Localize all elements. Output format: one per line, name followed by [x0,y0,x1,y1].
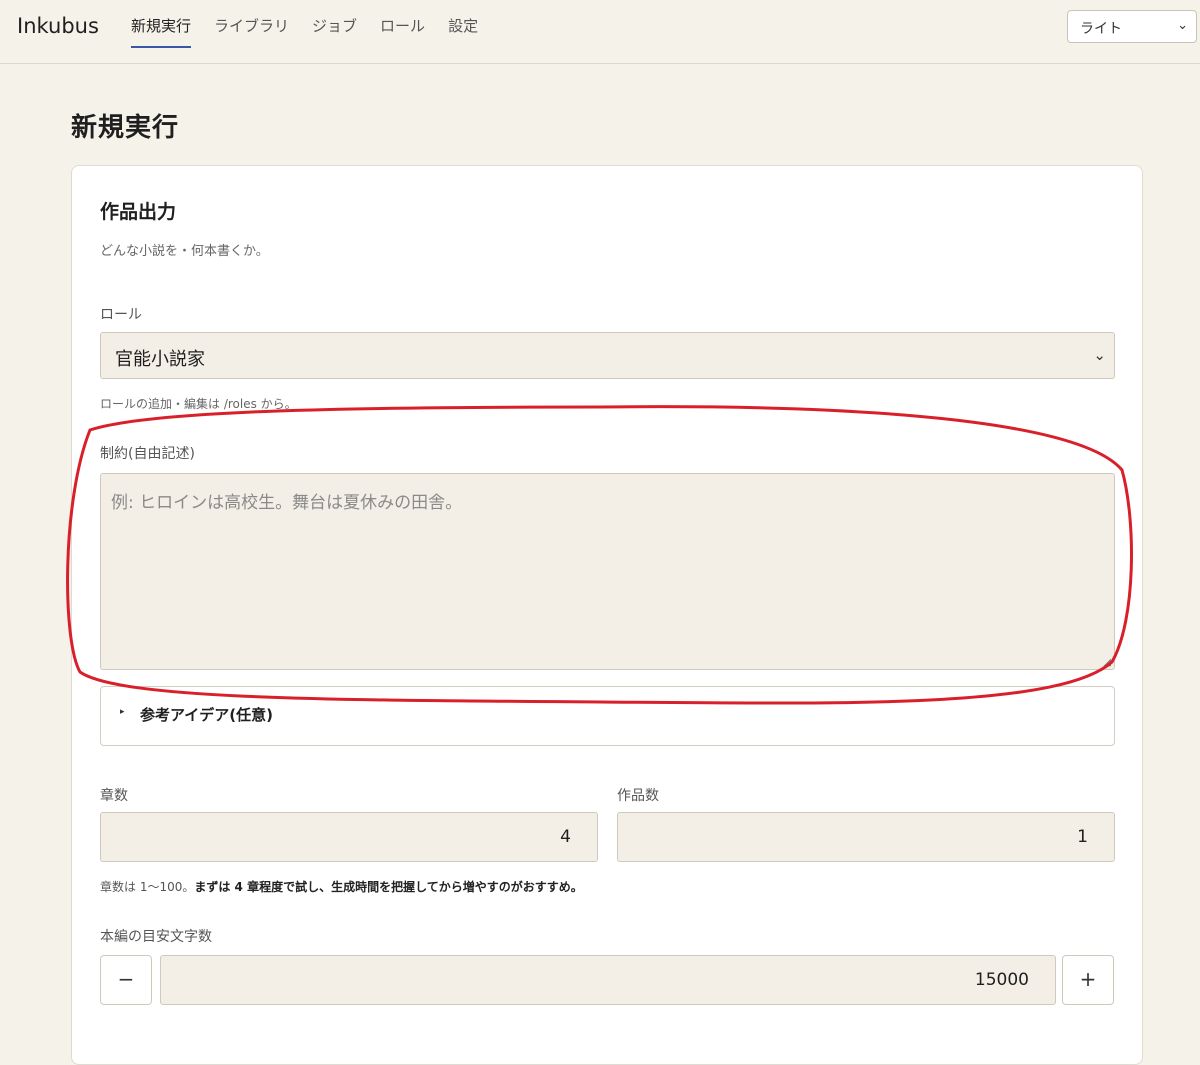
theme-select-value: ライト [1080,21,1122,37]
chapters-hint-recommendation: まずは 4 章程度で試し、生成時間を把握してから増やすのがおすすめ。 [194,880,583,894]
works-label: 作品数 [617,788,659,804]
chapters-hint: 章数は 1〜100。まずは 4 章程度で試し、生成時間を把握してから増やすのがお… [100,878,583,895]
top-navigation-bar: Inkubus 新規実行 ライブラリ ジョブ ロール 設定 ライト ⌄ [0,0,1200,64]
works-value: 1 [1077,827,1088,847]
decrement-button[interactable]: − [100,955,152,1005]
page-title: 新規実行 [71,113,180,143]
constraints-placeholder: 例: ヒロインは高校生。舞台は夏休みの田舎。 [111,493,463,513]
constraints-textarea[interactable]: 例: ヒロインは高校生。舞台は夏休みの田舎。 ◢ [100,473,1115,670]
nav-item-settings[interactable]: 設定 [448,15,478,48]
char-count-label: 本編の目安文字数 [100,929,212,945]
section-title: 作品出力 [100,201,177,223]
nav-item-roles[interactable]: ロール [380,15,425,48]
role-label: ロール [100,307,142,323]
chapters-hint-prefix: 章数は 1〜100。 [100,880,195,894]
main-nav: 新規実行 ライブラリ ジョブ ロール 設定 [131,15,501,48]
theme-select[interactable]: ライト ⌄ [1067,10,1197,43]
increment-button[interactable]: + [1062,955,1114,1005]
chapters-value: 4 [560,827,571,847]
char-count-value: 15000 [974,970,1029,990]
chapters-label: 章数 [100,788,128,804]
app-logo[interactable]: Inkubus [17,14,99,38]
nav-item-jobs[interactable]: ジョブ [312,15,357,48]
reference-ideas-details[interactable]: ▸ 参考アイデア(任意) [100,686,1115,746]
chevron-down-icon: ⌄ [1177,18,1188,33]
char-count-input[interactable]: 15000 [160,955,1056,1005]
chevron-down-icon: ⌄ [1093,346,1106,364]
nav-item-library[interactable]: ライブラリ [214,15,289,48]
chapters-input[interactable]: 4 [100,812,598,862]
reference-ideas-summary: 参考アイデア(任意) [140,706,273,724]
constraints-label: 制約(自由記述) [100,446,195,462]
resize-grip-icon[interactable]: ◢ [1103,657,1111,668]
role-select[interactable]: 官能小説家 ⌄ [100,332,1115,379]
section-description: どんな小説を・何本書くか。 [100,244,269,259]
triangle-right-icon: ▸ [120,707,125,717]
nav-item-new-run[interactable]: 新規実行 [131,15,192,48]
role-select-value: 官能小説家 [115,349,205,370]
role-hint: ロールの追加・編集は /roles から。 [100,397,297,411]
works-input[interactable]: 1 [617,812,1115,862]
